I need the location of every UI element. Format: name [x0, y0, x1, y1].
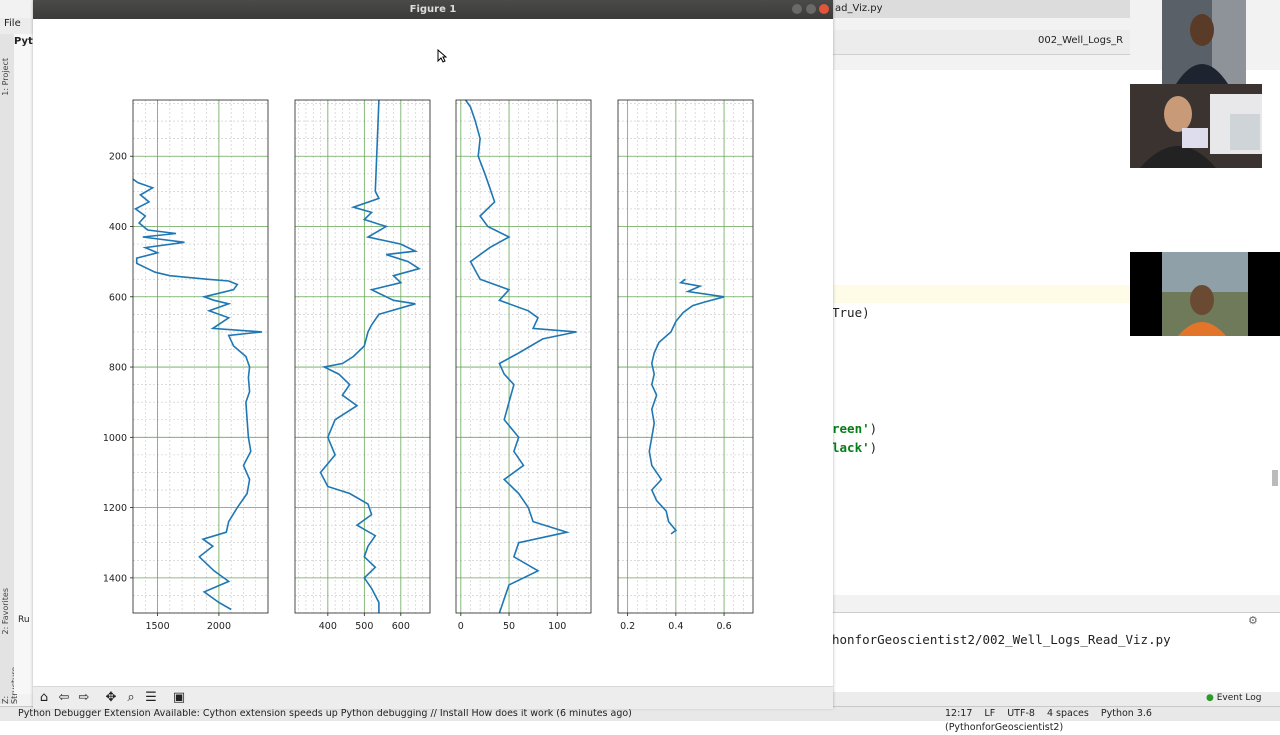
participant-avatar — [1162, 252, 1248, 336]
code-token: True — [832, 305, 863, 320]
ide-title-bar: ad_Viz.py — [832, 0, 1130, 18]
code-string: reen' — [832, 421, 870, 436]
axes-frame — [132, 99, 269, 614]
y-tick-label: 200 — [109, 152, 127, 163]
y-tick-label: 1400 — [103, 573, 127, 584]
zoom-icon[interactable]: ⌕ — [123, 690, 139, 706]
axes-frame — [455, 99, 592, 614]
file-menu[interactable]: File — [4, 18, 21, 29]
ide-left-toolstrip: 1: Project 2: Favorites Z: Structure — [0, 34, 19, 704]
well-log-plot: 1500 2000200400600800100012001400400 500 60… — [103, 99, 754, 632]
axes-frame — [294, 99, 431, 614]
x-tick-label: 2000 — [207, 621, 231, 632]
code-line: reen') — [832, 421, 877, 436]
y-tick-label: 1000 — [103, 433, 127, 444]
maximize-icon[interactable] — [806, 4, 816, 14]
code-token: ) — [869, 421, 878, 436]
cursor-position[interactable]: 12:17 — [945, 708, 972, 719]
mouse-cursor-icon — [437, 49, 447, 63]
x-tick-label: 600 — [392, 621, 410, 632]
log-curve — [464, 99, 577, 614]
indent-setting[interactable]: 4 spaces — [1047, 708, 1089, 719]
participant-avatar — [1130, 84, 1262, 168]
code-line: True) — [832, 305, 870, 320]
x-tick-label: 0.2 — [620, 621, 635, 632]
file-encoding[interactable]: UTF-8 — [1007, 708, 1035, 719]
favorites-tool-tab[interactable]: 2: Favorites — [1, 588, 10, 634]
y-tick-label: 800 — [109, 363, 127, 374]
save-icon[interactable]: ▣ — [171, 690, 187, 706]
editor-tab-bar: 002_Well_Logs_R — [832, 30, 1130, 55]
log-curve — [132, 178, 262, 611]
code-token: ) — [869, 440, 878, 455]
close-icon[interactable] — [819, 4, 829, 14]
x-tick-label: 100 — [548, 621, 566, 632]
y-tick-label: 600 — [109, 292, 127, 303]
back-icon[interactable]: ⇦ — [56, 690, 72, 706]
event-log-button[interactable]: ● Event Log — [1206, 693, 1261, 703]
x-tick-label: 0.4 — [668, 621, 683, 632]
code-token: ) — [862, 305, 870, 320]
minimize-icon[interactable] — [792, 4, 802, 14]
ide-title-text: ad_Viz.py — [835, 3, 883, 14]
x-tick-label: 500 — [355, 621, 373, 632]
x-tick-label: 0 — [458, 621, 464, 632]
run-tab-label[interactable]: Ru — [18, 615, 30, 625]
current-line-highlight — [832, 285, 1130, 303]
gear-icon[interactable]: ⚙ — [1248, 614, 1258, 627]
run-panel — [832, 612, 1280, 693]
forward-icon[interactable]: ⇨ — [76, 690, 92, 706]
webcam-participant-1 — [1162, 0, 1246, 84]
run-output-path: honforGeoscientist2/002_Well_Logs_Read_V… — [832, 632, 1171, 647]
x-tick-label: 0.6 — [717, 621, 732, 632]
editor-tab[interactable]: 002_Well_Logs_R — [1038, 35, 1123, 46]
participant-avatar — [1162, 0, 1246, 84]
log-curve — [648, 278, 725, 535]
pan-icon[interactable]: ✥ — [103, 690, 119, 706]
x-tick-label: 50 — [503, 621, 515, 632]
line-separator[interactable]: LF — [984, 708, 995, 719]
webcam-participant-3 — [1130, 252, 1280, 336]
x-tick-label: 1500 — [145, 621, 169, 632]
configure-icon[interactable]: ☰ — [143, 690, 159, 706]
x-tick-label: 400 — [319, 621, 337, 632]
code-line: lack') — [832, 440, 877, 455]
webcam-participant-2 — [1130, 84, 1262, 168]
status-message[interactable]: Python Debugger Extension Available: Cyt… — [18, 707, 632, 721]
y-tick-label: 1200 — [103, 503, 127, 514]
event-log-label: Event Log — [1216, 693, 1262, 703]
project-panel — [14, 34, 34, 694]
editor-scrollbar[interactable] — [1272, 470, 1278, 486]
y-tick-label: 400 — [109, 222, 127, 233]
figure-title-bar[interactable]: Figure 1 — [33, 0, 833, 19]
code-string: lack' — [832, 440, 870, 455]
figure-window: Figure 1 1500 2000 200 400 600 800 1000 1200 140… — [33, 0, 833, 709]
project-panel-header: Pyt — [14, 36, 33, 47]
status-indicators: 12:17 LF UTF-8 4 spaces Python 3.6 (Pyth… — [945, 707, 1280, 735]
figure-toolbar: ⌂ ⇦ ⇨ ✥ ⌕ ☰ ▣ — [33, 686, 833, 709]
project-tool-tab[interactable]: 1: Project — [1, 58, 10, 96]
home-icon[interactable]: ⌂ — [36, 690, 52, 706]
event-log-icon: ● — [1206, 693, 1214, 703]
figure-title: Figure 1 — [409, 4, 457, 15]
